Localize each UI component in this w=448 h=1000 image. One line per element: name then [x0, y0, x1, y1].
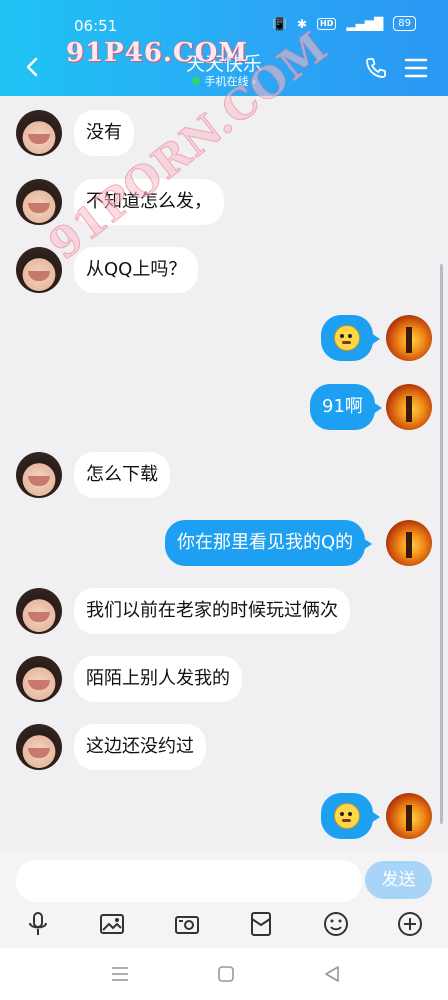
sticker-face-emoji: [334, 325, 360, 351]
message-bubble[interactable]: 你在那里看见我的Q的: [165, 520, 373, 566]
battery-indicator: 89: [393, 16, 416, 31]
microphone-icon[interactable]: [24, 910, 52, 938]
message-bubble[interactable]: 没有: [74, 110, 134, 156]
contact-avatar[interactable]: [16, 588, 62, 634]
message-bubble[interactable]: 从QQ上吗？: [74, 247, 199, 293]
message-bubble[interactable]: 我们以前在老家的时候玩过俩次: [74, 588, 350, 634]
phone-call-icon[interactable]: [364, 56, 388, 80]
scrollbar[interactable]: [440, 264, 443, 824]
sticker-bubble[interactable]: [321, 793, 380, 839]
message-input[interactable]: [16, 860, 362, 902]
red-packet-icon[interactable]: [247, 910, 275, 938]
message-bubble[interactable]: 陌陌上别人发我的: [74, 656, 242, 702]
back-icon[interactable]: [320, 962, 344, 986]
chat-header: 06:51 📳 ✱ HD ▂▄▆█ 89 天天快乐 手机在线 › 91P46.C…: [0, 0, 448, 96]
home-icon[interactable]: [214, 962, 238, 986]
contact-avatar[interactable]: [16, 724, 62, 770]
my-avatar[interactable]: [386, 520, 432, 566]
message-bubble[interactable]: 91啊: [310, 384, 382, 430]
signal-icon: ▂▄▆█: [346, 16, 384, 31]
vibrate-icon: 📳: [271, 16, 287, 31]
message-bubble[interactable]: 怎么下载: [74, 452, 170, 498]
message-bubble[interactable]: 这边还没约过: [74, 724, 206, 770]
camera-icon[interactable]: [173, 910, 201, 938]
system-nav-bar: [0, 948, 448, 1000]
online-dot-icon: [191, 77, 200, 85]
recents-icon[interactable]: [108, 962, 132, 986]
menu-icon[interactable]: [404, 57, 428, 79]
emoji-icon[interactable]: [322, 910, 350, 938]
my-avatar[interactable]: [386, 793, 432, 839]
watermark-logo: 91P46.COM: [66, 38, 249, 68]
plus-icon[interactable]: [396, 910, 424, 938]
contact-avatar[interactable]: [16, 247, 62, 293]
input-toolbar: [0, 908, 448, 948]
status-time: 06:51: [74, 17, 118, 35]
sticker-face-emoji: [334, 803, 360, 829]
contact-avatar[interactable]: [16, 656, 62, 702]
input-bar: 发送: [0, 852, 448, 908]
hd-badge: HD: [317, 17, 337, 30]
my-avatar[interactable]: [386, 315, 432, 361]
picture-icon[interactable]: [98, 910, 126, 938]
contact-avatar[interactable]: [16, 452, 62, 498]
my-avatar[interactable]: [386, 384, 432, 430]
send-button[interactable]: 发送: [365, 861, 432, 899]
sticker-bubble[interactable]: [321, 315, 380, 361]
status-icons: 📳 ✱ HD ▂▄▆█ 89: [272, 16, 416, 31]
contact-avatar[interactable]: [16, 110, 62, 156]
